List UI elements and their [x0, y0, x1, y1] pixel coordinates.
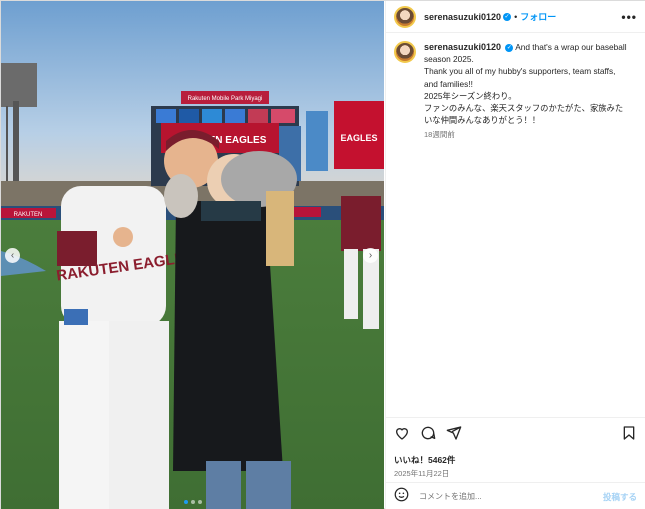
- header-separator: •: [514, 11, 518, 22]
- comment-bar: 投稿する: [386, 482, 645, 509]
- heart-icon[interactable]: [394, 425, 410, 446]
- carousel-dot-1: [183, 500, 188, 504]
- chevron-right-icon[interactable]: ›: [363, 248, 378, 263]
- post-side-panel: serenasuzuki0120 ✓ • フォロー ••• serenasuzu…: [385, 1, 645, 509]
- post-photo[interactable]: Rakuten Mobile Park Miyagi RAKUTEN EAGLE…: [1, 1, 384, 509]
- caption-line-2: season 2025.: [424, 54, 474, 65]
- verified-icon: ✓: [505, 43, 514, 52]
- post-comment-button[interactable]: 投稿する: [603, 491, 637, 503]
- save-icon[interactable]: [621, 425, 637, 446]
- post-header: serenasuzuki0120 ✓ • フォロー •••: [386, 1, 645, 33]
- ad-text: RAKUTEN: [14, 212, 43, 218]
- post-date: 2025年11月22日: [394, 469, 450, 478]
- caption-line-5: 2025年シーズン終わり。: [424, 90, 517, 101]
- more-icon[interactable]: •••: [621, 10, 637, 24]
- verified-icon: ✓: [503, 12, 512, 21]
- caption-line-7: いな仲間みんなありがとう！！: [424, 115, 541, 126]
- caption-line-4: and families!!: [424, 78, 473, 89]
- caption-username[interactable]: serenasuzuki0120: [424, 42, 501, 52]
- caption: serenasuzuki0120 ✓ And that's a wrap our…: [424, 41, 627, 142]
- caption-avatar[interactable]: [394, 41, 416, 63]
- photo-illustration: Rakuten Mobile Park Miyagi RAKUTEN EAGLE…: [1, 1, 384, 509]
- emoji-icon[interactable]: [394, 487, 409, 507]
- likes-count[interactable]: いいね！5462件: [394, 454, 637, 466]
- avatar[interactable]: [394, 5, 416, 28]
- comment-icon[interactable]: [420, 425, 436, 446]
- chevron-left-icon[interactable]: ‹: [5, 248, 20, 263]
- action-bar: いいね！5462件 2025年11月22日: [386, 417, 645, 479]
- comment-input[interactable]: [419, 492, 603, 501]
- stadium-banner-text: Rakuten Mobile Park Miyagi: [188, 96, 263, 102]
- caption-line-1: And that's a wrap our baseball: [515, 42, 627, 52]
- share-icon[interactable]: [446, 425, 462, 446]
- caption-line-6: ファンのみんな、楽天スタッフのかたがた、家族みた: [424, 103, 624, 114]
- caption-block: serenasuzuki0120 ✓ And that's a wrap our…: [394, 41, 637, 142]
- instagram-post: Rakuten Mobile Park Miyagi RAKUTEN EAGLE…: [0, 0, 645, 509]
- carousel-dot-3: [197, 500, 202, 504]
- follow-button[interactable]: フォロー: [520, 10, 556, 23]
- board-right-text: EAGLES: [340, 133, 377, 143]
- carousel-dot-2: [190, 500, 195, 504]
- carousel-indicator: [1, 500, 384, 504]
- username[interactable]: serenasuzuki0120: [424, 12, 501, 22]
- caption-line-3: Thank you all of my hubby's supporters, …: [424, 66, 616, 77]
- caption-time: 18週間前: [424, 130, 455, 140]
